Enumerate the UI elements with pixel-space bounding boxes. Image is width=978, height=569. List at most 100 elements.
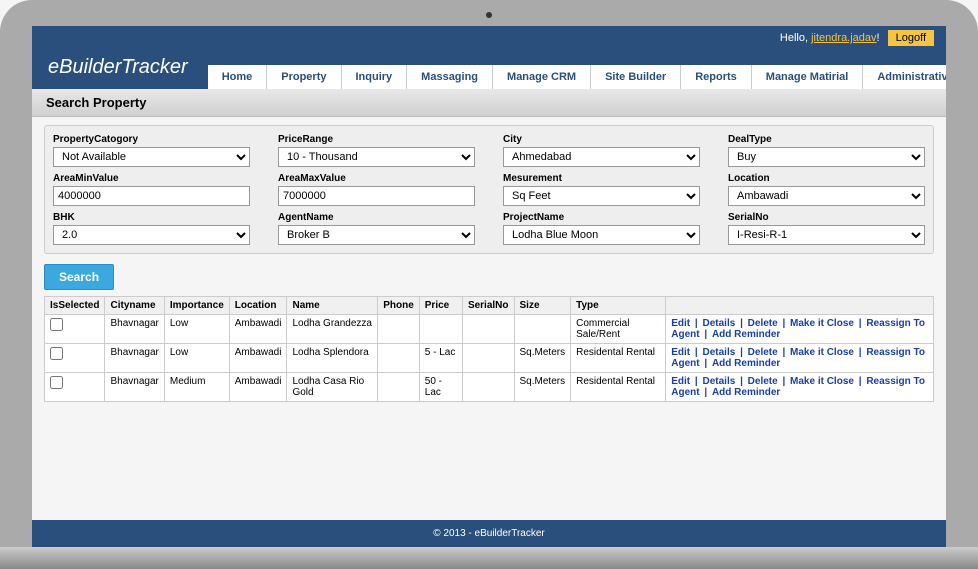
agent-name-label: AgentName xyxy=(278,212,475,223)
cell-phone xyxy=(378,315,420,344)
deal-type-select[interactable]: Buy xyxy=(728,147,925,167)
cell-size xyxy=(514,315,571,344)
results-table: IsSelectedCitynameImportanceLocationName… xyxy=(44,296,934,402)
footer: © 2013 - eBuilderTracker xyxy=(32,520,946,547)
column-header: Phone xyxy=(378,297,420,315)
header-main: eBuilderTracker HomePropertyInquiryMassa… xyxy=(32,50,946,89)
area-max-label: AreaMaxValue xyxy=(278,173,475,184)
nav-tab-inquiry[interactable]: Inquiry xyxy=(342,65,408,89)
page-title: Search Property xyxy=(32,89,946,117)
project-name-select[interactable]: Lodha Blue Moon xyxy=(503,225,700,245)
measurement-select[interactable]: Sq Feet xyxy=(503,186,700,206)
action-edit[interactable]: Edit xyxy=(671,376,690,387)
cell-serial xyxy=(462,373,514,402)
action-add-reminder[interactable]: Add Reminder xyxy=(712,387,780,398)
actions-cell: Edit | Details | Delete | Make it Close … xyxy=(666,373,934,402)
cell-phone xyxy=(378,344,420,373)
table-header-row: IsSelectedCitynameImportanceLocationName… xyxy=(45,297,934,315)
cell-price: 50 - Lac xyxy=(419,373,462,402)
action-edit[interactable]: Edit xyxy=(671,347,690,358)
cell-price: 5 - Lac xyxy=(419,344,462,373)
cell-type: Commercial Sale/Rent xyxy=(571,315,666,344)
price-range-select[interactable]: 10 - Thousand xyxy=(278,147,475,167)
nav-tab-administrative[interactable]: Administrative xyxy=(863,65,946,89)
area-min-input[interactable] xyxy=(53,186,250,206)
nav-tab-manage-matirial[interactable]: Manage Matirial xyxy=(752,65,864,89)
nav-tab-site-builder[interactable]: Site Builder xyxy=(591,65,681,89)
nav-tab-massaging[interactable]: Massaging xyxy=(407,65,493,89)
price-range-label: PriceRange xyxy=(278,134,475,145)
search-button[interactable]: Search xyxy=(44,264,114,290)
cell-serial xyxy=(462,315,514,344)
header-topbar: Hello, jitendra.jadav! Logoff xyxy=(32,26,946,50)
cell-size: Sq.Meters xyxy=(514,373,571,402)
city-label: City xyxy=(503,134,700,145)
column-header: SerialNo xyxy=(462,297,514,315)
agent-name-select[interactable]: Broker B xyxy=(278,225,475,245)
row-checkbox[interactable] xyxy=(50,376,63,389)
nav-tab-property[interactable]: Property xyxy=(267,65,341,89)
cell-price xyxy=(419,315,462,344)
cell-size: Sq.Meters xyxy=(514,344,571,373)
hello-text: Hello, jitendra.jadav! xyxy=(780,32,880,44)
column-header: Type xyxy=(571,297,666,315)
serial-no-label: SerialNo xyxy=(728,212,925,223)
deal-type-label: DealType xyxy=(728,134,925,145)
bhk-label: BHK xyxy=(53,212,250,223)
column-header: Price xyxy=(419,297,462,315)
action-details[interactable]: Details xyxy=(703,376,736,387)
cell-name: Lodha Grandezza xyxy=(287,315,378,344)
logoff-button[interactable]: Logoff xyxy=(888,30,934,46)
cell-location: Ambawadi xyxy=(229,315,287,344)
column-header xyxy=(666,297,934,315)
table-row: BhavnagarLowAmbawadiLodha Grandezza Comme… xyxy=(45,315,934,344)
cell-city: Bhavnagar xyxy=(105,315,164,344)
cell-importance: Low xyxy=(164,315,229,344)
location-select[interactable]: Ambawadi xyxy=(728,186,925,206)
row-checkbox[interactable] xyxy=(50,318,63,331)
nav-tab-home[interactable]: Home xyxy=(208,65,268,89)
cell-name: Lodha Casa Rio Gold xyxy=(287,373,378,402)
action-delete[interactable]: Delete xyxy=(748,318,778,329)
action-delete[interactable]: Delete xyxy=(748,376,778,387)
table-row: BhavnagarMediumAmbawadiLodha Casa Rio Go… xyxy=(45,373,934,402)
action-details[interactable]: Details xyxy=(703,347,736,358)
city-select[interactable]: Ahmedabad xyxy=(503,147,700,167)
property-category-select[interactable]: Not Available xyxy=(53,147,250,167)
cell-city: Bhavnagar xyxy=(105,373,164,402)
nav-tab-reports[interactable]: Reports xyxy=(681,65,752,89)
cell-phone xyxy=(378,373,420,402)
action-delete[interactable]: Delete xyxy=(748,347,778,358)
nav-tab-manage-crm[interactable]: Manage CRM xyxy=(493,65,591,89)
area-max-input[interactable] xyxy=(278,186,475,206)
cell-type: Residental Rental xyxy=(571,344,666,373)
bhk-select[interactable]: 2.0 xyxy=(53,225,250,245)
column-header: IsSelected xyxy=(45,297,105,315)
action-details[interactable]: Details xyxy=(703,318,736,329)
area-min-label: AreaMinValue xyxy=(53,173,250,184)
cell-importance: Low xyxy=(164,344,229,373)
location-label: Location xyxy=(728,173,925,184)
action-make-it-close[interactable]: Make it Close xyxy=(790,376,854,387)
column-header: Location xyxy=(229,297,287,315)
action-make-it-close[interactable]: Make it Close xyxy=(790,347,854,358)
action-add-reminder[interactable]: Add Reminder xyxy=(712,358,780,369)
content-area: PropertyCatogory Not Available PriceRang… xyxy=(32,117,946,520)
actions-cell: Edit | Details | Delete | Make it Close … xyxy=(666,344,934,373)
column-header: Cityname xyxy=(105,297,164,315)
property-category-label: PropertyCatogory xyxy=(53,134,250,145)
row-checkbox[interactable] xyxy=(50,347,63,360)
table-row: BhavnagarLowAmbawadiLodha Splendora 5 - L… xyxy=(45,344,934,373)
cell-serial xyxy=(462,344,514,373)
username-link[interactable]: jitendra.jadav xyxy=(811,32,876,44)
cell-city: Bhavnagar xyxy=(105,344,164,373)
cell-location: Ambawadi xyxy=(229,344,287,373)
action-edit[interactable]: Edit xyxy=(671,318,690,329)
column-header: Importance xyxy=(164,297,229,315)
serial-no-select[interactable]: I-Resi-R-1 xyxy=(728,225,925,245)
cell-name: Lodha Splendora xyxy=(287,344,378,373)
action-add-reminder[interactable]: Add Reminder xyxy=(712,329,780,340)
app-logo: eBuilderTracker xyxy=(44,50,208,89)
project-name-label: ProjectName xyxy=(503,212,700,223)
action-make-it-close[interactable]: Make it Close xyxy=(790,318,854,329)
